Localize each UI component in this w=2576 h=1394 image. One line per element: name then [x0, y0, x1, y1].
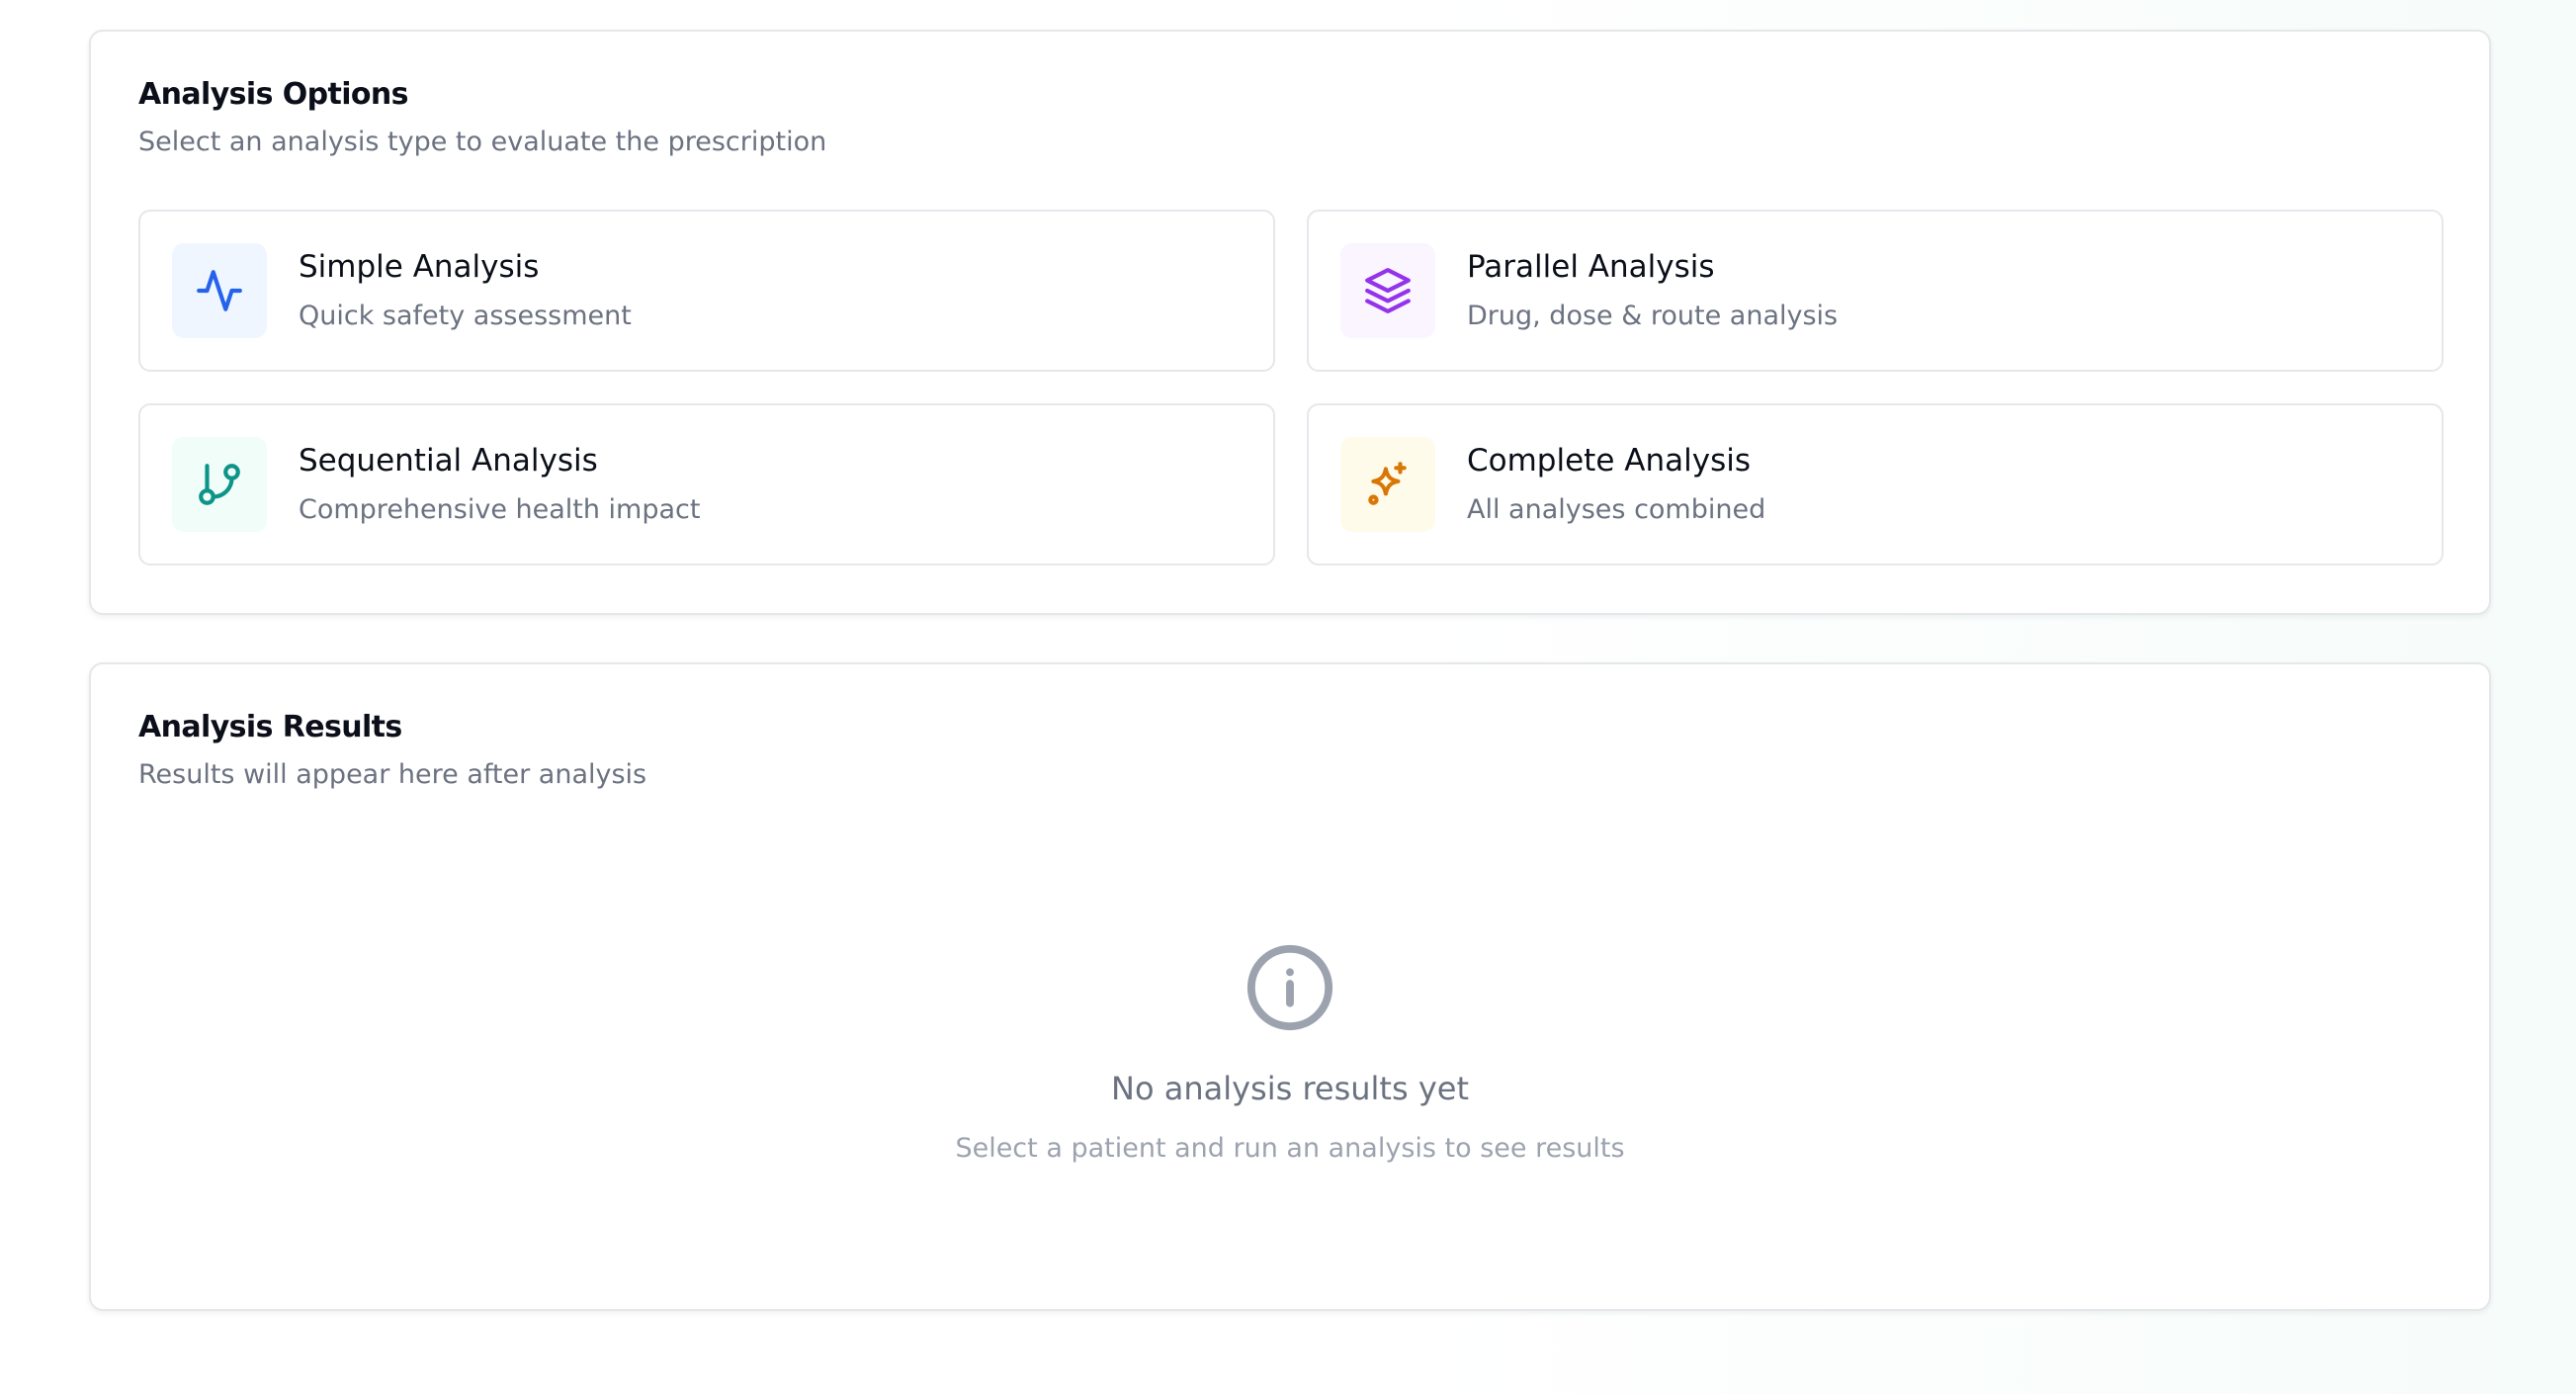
parallel-analysis-icon-box [1340, 243, 1435, 338]
simple-analysis-title: Simple Analysis [299, 249, 540, 285]
analysis-results-card: Analysis Results Results will appear her… [89, 662, 2491, 1311]
sequential-analysis-title: Sequential Analysis [299, 443, 598, 479]
analysis-options-card: Analysis Options Select an analysis type… [89, 30, 2491, 615]
parallel-analysis-description: Drug, dose & route analysis [1467, 301, 1839, 331]
analysis-options-title: Analysis Options [138, 77, 409, 112]
analysis-results-subtitle: Results will appear here after analysis [138, 759, 647, 790]
simple-analysis-icon-box [172, 243, 267, 338]
complete-analysis-icon-box [1340, 437, 1435, 532]
simple-analysis-description: Quick safety assessment [299, 301, 632, 331]
parallel-analysis-option[interactable]: Parallel Analysis Drug, dose & route ana… [1307, 210, 2444, 372]
complete-analysis-title: Complete Analysis [1467, 443, 1751, 479]
empty-state-subtitle: Select a patient and run an analysis to … [955, 1133, 1625, 1164]
sequential-analysis-icon-box [172, 437, 267, 532]
analysis-options-subtitle: Select an analysis type to evaluate the … [138, 127, 827, 157]
complete-analysis-description: All analyses combined [1467, 494, 1766, 525]
sparkles-icon [1368, 462, 1407, 505]
empty-state-title: No analysis results yet [1111, 1070, 1469, 1107]
info-icon [1246, 944, 1333, 1031]
simple-analysis-option[interactable]: Simple Analysis Quick safety assessment [138, 210, 1275, 372]
sequential-analysis-option[interactable]: Sequential Analysis Comprehensive health… [138, 403, 1275, 566]
empty-state: No analysis results yet Select a patient… [91, 941, 2489, 1164]
git-branch-icon [199, 464, 240, 505]
layers-icon [1365, 268, 1411, 313]
analysis-results-title: Analysis Results [138, 710, 402, 744]
parallel-analysis-title: Parallel Analysis [1467, 249, 1715, 285]
sequential-analysis-description: Comprehensive health impact [299, 494, 701, 525]
complete-analysis-option[interactable]: Complete Analysis All analyses combined [1307, 403, 2444, 566]
activity-icon [197, 270, 242, 311]
